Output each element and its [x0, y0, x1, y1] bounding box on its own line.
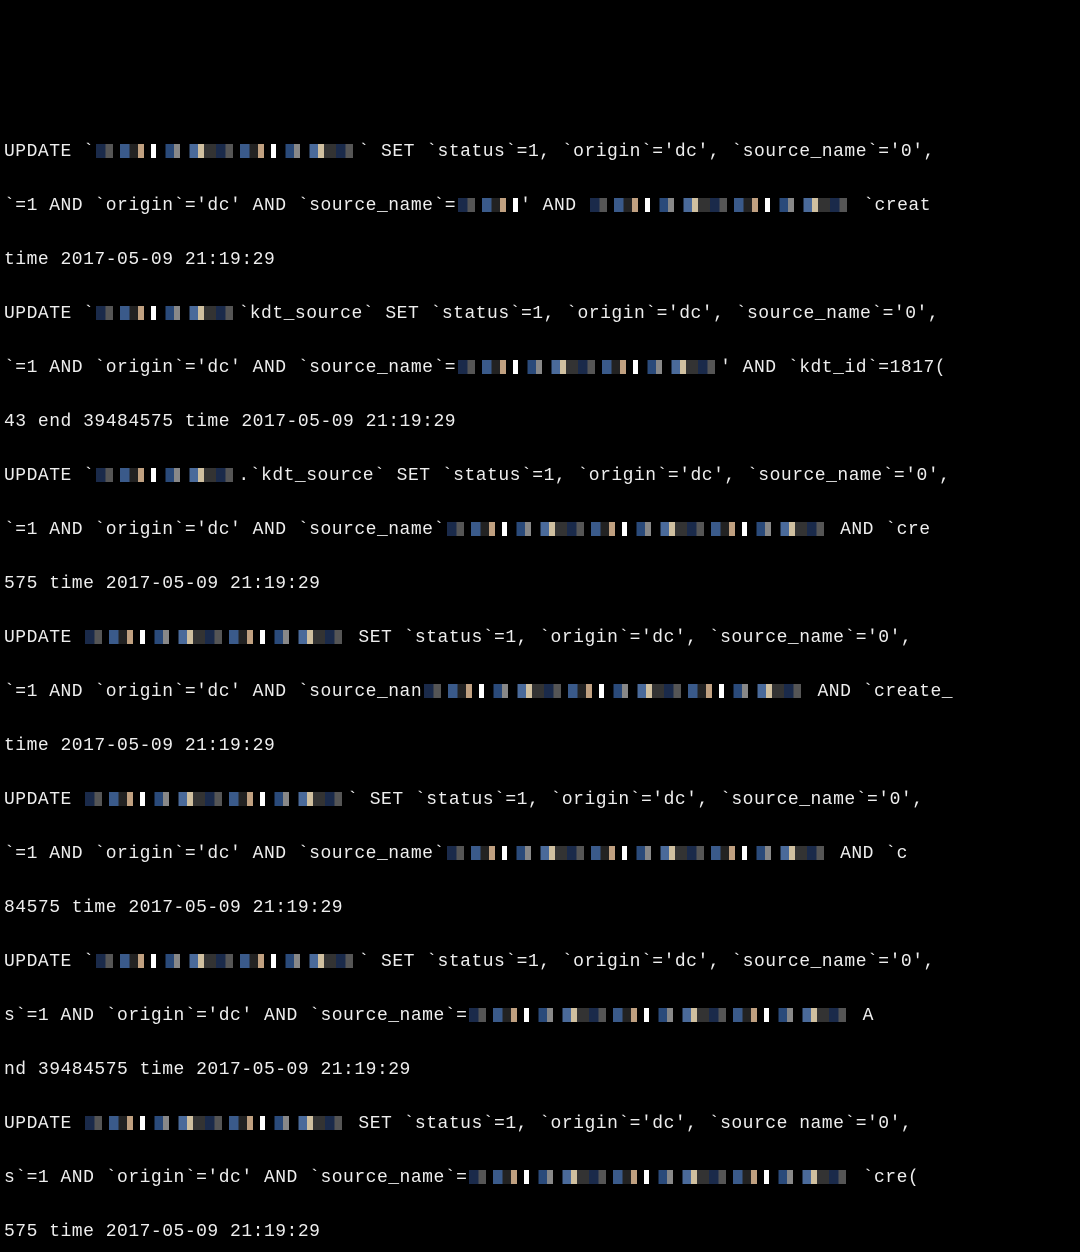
log-line: s`=1 AND `origin`='dc' AND `source_name`… — [4, 1003, 1076, 1030]
log-line: UPDATE SET `status`=1, `origin`='dc', `s… — [4, 1111, 1076, 1138]
redacted-block — [424, 684, 804, 698]
sql-fragment: s`=1 AND `origin`='dc' AND `source_name`… — [4, 1006, 467, 1026]
sql-fragment: `=1 AND `origin`='dc' AND `source_name` — [4, 844, 445, 864]
terminal-output: UPDATE ` ` SET `status`=1, `origin`='dc',… — [4, 112, 1076, 730]
timestamp-line: 43 end 39484575 time 2017-05-09 21:19:29 — [4, 412, 456, 432]
redacted-block — [96, 954, 356, 968]
timestamp-line: 84575 time 2017-05-09 21:19:29 — [4, 898, 343, 918]
log-line: `=1 AND `origin`='dc' AND `source_name` … — [4, 841, 1076, 868]
log-line: 575 time 2017-05-09 21:19:29 — [4, 571, 1076, 598]
sql-fragment: ' AND — [520, 196, 588, 216]
sql-fragment: A — [851, 1006, 874, 1026]
sql-fragment: UPDATE ` — [4, 952, 94, 972]
redacted-block — [458, 198, 518, 212]
log-line: 575 time 2017-05-09 21:19:29 — [4, 1219, 1076, 1246]
redacted-block — [458, 360, 718, 374]
log-line: UPDATE ` SET `status`=1, `origin`='dc', … — [4, 787, 1076, 814]
sql-fragment: s`=1 AND `origin`='dc' AND `source_name`… — [4, 1168, 467, 1188]
redacted-block — [469, 1008, 849, 1022]
sql-fragment: UPDATE — [4, 1114, 83, 1134]
sql-fragment: AND `cre — [829, 520, 931, 540]
log-line: `=1 AND `origin`='dc' AND `source_name`=… — [4, 193, 1076, 220]
timestamp-line: nd 39484575 time 2017-05-09 21:19:29 — [4, 1060, 411, 1080]
sql-fragment: ` SET `status`=1, `origin`='dc', `source… — [358, 142, 934, 162]
log-line: nd 39484575 time 2017-05-09 21:19:29 — [4, 1057, 1076, 1084]
sql-fragment: AND `create_ — [806, 682, 953, 702]
sql-fragment: SET `status`=1, `origin`='dc', `source n… — [347, 1114, 912, 1134]
log-line: UPDATE SET `status`=1, `origin`='dc', `s… — [4, 625, 1076, 652]
timestamp-line: time 2017-05-09 21:19:29 — [4, 736, 275, 756]
log-line: 43 end 39484575 time 2017-05-09 21:19:29 — [4, 409, 1076, 436]
sql-fragment: ' AND `kdt_id`=1817( — [720, 358, 946, 378]
sql-fragment: ` SET `status`=1, `origin`='dc', `source… — [347, 790, 923, 810]
log-line: `=1 AND `origin`='dc' AND `source_name`=… — [4, 355, 1076, 382]
sql-fragment: `kdt_source` SET `status`=1, `origin`='d… — [238, 304, 939, 324]
log-line: `=1 AND `origin`='dc' AND `source_nan AN… — [4, 679, 1076, 706]
log-line: 84575 time 2017-05-09 21:19:29 — [4, 895, 1076, 922]
sql-fragment: `creat — [852, 196, 931, 216]
timestamp-line: 575 time 2017-05-09 21:19:29 — [4, 1222, 320, 1242]
sql-fragment: UPDATE ` — [4, 142, 94, 162]
redacted-block — [85, 1116, 345, 1130]
sql-fragment: `=1 AND `origin`='dc' AND `source_name` — [4, 520, 445, 540]
timestamp-line: 575 time 2017-05-09 21:19:29 — [4, 574, 320, 594]
sql-fragment: `=1 AND `origin`='dc' AND `source_name`= — [4, 196, 456, 216]
log-line: `=1 AND `origin`='dc' AND `source_name` … — [4, 517, 1076, 544]
redacted-block — [96, 144, 356, 158]
log-line: UPDATE ` .`kdt_source` SET `status`=1, `o… — [4, 463, 1076, 490]
sql-fragment: AND `c — [829, 844, 908, 864]
sql-fragment: .`kdt_source` SET `status`=1, `origin`='… — [238, 466, 950, 486]
sql-fragment: `=1 AND `origin`='dc' AND `source_name`= — [4, 358, 456, 378]
redacted-block — [447, 846, 827, 860]
redacted-block — [469, 1170, 849, 1184]
log-line: s`=1 AND `origin`='dc' AND `source_name`… — [4, 1165, 1076, 1192]
sql-fragment: SET `status`=1, `origin`='dc', `source_n… — [347, 628, 912, 648]
log-line: time 2017-05-09 21:19:29 — [4, 733, 1076, 760]
redacted-block — [85, 630, 345, 644]
log-line: UPDATE ` ` SET `status`=1, `origin`='dc',… — [4, 139, 1076, 166]
log-line: UPDATE ` `kdt_source` SET `status`=1, `or… — [4, 301, 1076, 328]
redacted-block — [447, 522, 827, 536]
timestamp-line: time 2017-05-09 21:19:29 — [4, 250, 275, 270]
log-line: time 2017-05-09 21:19:29 — [4, 247, 1076, 274]
sql-fragment: `cre( — [851, 1168, 919, 1188]
redacted-block — [590, 198, 850, 212]
log-line: UPDATE ` ` SET `status`=1, `origin`='dc',… — [4, 949, 1076, 976]
sql-fragment: `=1 AND `origin`='dc' AND `source_nan — [4, 682, 422, 702]
redacted-block — [96, 306, 236, 320]
sql-fragment: UPDATE ` — [4, 304, 94, 324]
sql-fragment: ` SET `status`=1, `origin`='dc', `source… — [358, 952, 934, 972]
sql-fragment: UPDATE — [4, 628, 83, 648]
redacted-block — [85, 792, 345, 806]
sql-fragment: UPDATE — [4, 790, 83, 810]
redacted-block — [96, 468, 236, 482]
sql-fragment: UPDATE ` — [4, 466, 94, 486]
